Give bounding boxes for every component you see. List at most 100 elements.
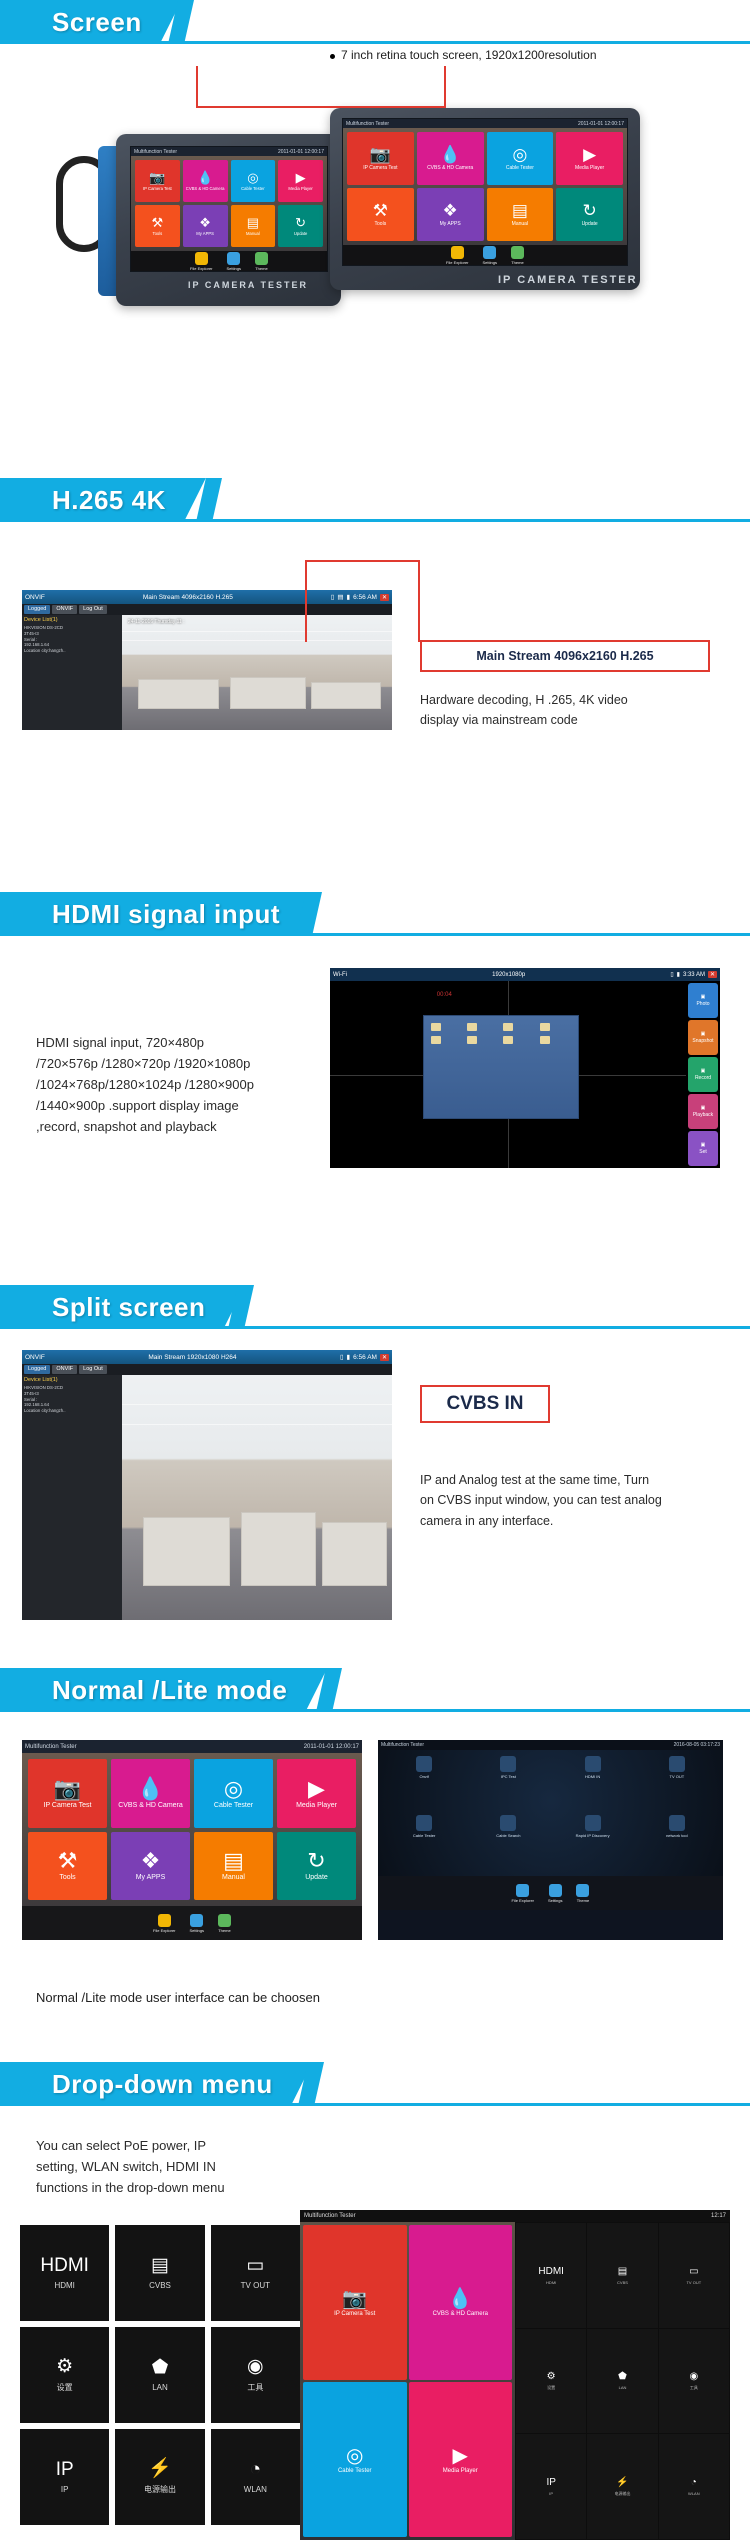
dropdown-panel-tile[interactable]: ⚙ 设置 — [516, 2328, 587, 2434]
hdmi-side-button[interactable]: ▣ Record — [688, 1057, 718, 1092]
lite-tile[interactable]: TV OUT — [637, 1756, 717, 1811]
tab-logout[interactable]: Log Out — [79, 605, 107, 614]
dock-item[interactable]: File Explorer — [512, 1883, 534, 1903]
dock-item[interactable]: Settings — [483, 245, 497, 265]
app-dock-front: File Explorer Settings Theme — [343, 245, 627, 265]
dropdown-power-out-icon[interactable]: ⚡ 电源输出 — [115, 2429, 205, 2525]
app-tile[interactable]: ◎ Cable Tester — [486, 132, 554, 185]
dropdown-panel-tile[interactable]: ⚡ 电源输出 — [587, 2434, 658, 2539]
app-tile[interactable]: ▤ Manual — [194, 1831, 273, 1900]
side-button-icon: ▣ — [700, 1105, 706, 1111]
dock-item[interactable]: Theme — [217, 1913, 231, 1933]
app-tile[interactable]: 💧 CVBS & HD Camera — [182, 160, 228, 202]
tab-logout[interactable]: Log Out — [79, 1365, 107, 1374]
dock-item[interactable]: Settings — [190, 1913, 204, 1933]
app-tile[interactable]: 📷 IP Camera Test — [347, 132, 414, 185]
tab-logged[interactable]: Logged — [24, 605, 51, 614]
dropdown-cvbs-icon[interactable]: ▤ CVBS — [115, 2225, 205, 2321]
video-preview[interactable] — [121, 1375, 392, 1620]
dropdown-tv-out-icon[interactable]: ▭ TV OUT — [210, 2225, 300, 2321]
app-tile[interactable]: ↻ Update — [278, 205, 323, 247]
desktop-window[interactable] — [422, 1014, 580, 1120]
close-icon[interactable]: ✕ — [379, 593, 389, 601]
app-tile[interactable]: ⚒ Tools — [28, 1831, 107, 1900]
app-icon: 💧 — [136, 1775, 165, 1801]
hdmi-side-button[interactable]: ▣ Playback — [688, 1094, 718, 1129]
dropdown-wifi-icon[interactable]: ◉ 工具 — [210, 2327, 300, 2423]
app-tile[interactable]: ▶ Media Player — [408, 2382, 512, 2537]
video-osd: 24-11-2016 Thursday 11 : — [127, 619, 185, 625]
app-tile[interactable]: ▶ Media Player — [278, 160, 323, 202]
lite-tile[interactable]: IPC Test — [468, 1756, 548, 1811]
dropdown-panel-tile[interactable]: ◔ WLAN — [658, 2434, 729, 2539]
tab-onvif[interactable]: ONVIF — [52, 1365, 78, 1374]
dropdown-settings-icon[interactable]: ⚙ 设置 — [20, 2327, 110, 2423]
app-tile[interactable]: ▤ Manual — [230, 205, 276, 247]
lite-tile[interactable]: Rapid IP Discovery — [553, 1815, 633, 1870]
lite-tile[interactable]: network tool — [637, 1815, 717, 1870]
app-tile[interactable]: 📷 IP Camera Test — [135, 160, 180, 202]
dock-item[interactable]: Theme — [254, 251, 268, 271]
dock-item[interactable]: File Explorer — [153, 1913, 176, 1933]
app-grid-front: 📷 IP Camera Test 💧 CVBS & HD Camera ◎ Cable T… — [343, 128, 627, 245]
hdmi-side-button[interactable]: ▣ Set — [688, 1131, 718, 1166]
app-tile[interactable]: ▶ Media Player — [277, 1759, 356, 1828]
app-tile[interactable]: 💧 CVBS & HD Camera — [416, 132, 484, 185]
dock-item[interactable]: Theme — [576, 1883, 590, 1903]
lite-icon — [584, 1756, 601, 1772]
lite-tile[interactable]: HDMI IN — [553, 1756, 633, 1811]
app-tile[interactable]: 💧 CVBS & HD Camera — [111, 1759, 190, 1828]
close-icon[interactable]: ✕ — [379, 1353, 389, 1361]
tester-photo-left: Multifunction Tester 2011-01-01 12:00:17… — [56, 130, 350, 310]
app-dock-normal: File Explorer Settings Theme — [22, 1906, 362, 1940]
device-list-panel: Device List(1) HIKVISION DS-2CD 3T45-I3 Se… — [22, 1375, 122, 1620]
app-tile[interactable]: ▶ Media Player — [556, 132, 623, 185]
app-tile[interactable]: ↻ Update — [277, 1831, 356, 1900]
app-tile[interactable]: ◎ Cable Tester — [230, 160, 276, 202]
dropdown-wlan-icon[interactable]: ◔ WLAN — [210, 2429, 300, 2525]
dock-item[interactable]: Settings — [227, 251, 241, 271]
hdmi-side-button[interactable]: ▣ Photo — [688, 983, 718, 1018]
dropdown-panel-tile[interactable]: HDMI HDMI — [516, 2223, 587, 2328]
settings-icon: ⚙ — [56, 2356, 74, 2377]
dropdown-panel-tile[interactable]: IP IP — [516, 2434, 587, 2539]
bezel-branding: IP CAMERA TESTER — [188, 280, 309, 290]
hdmi-side-button[interactable]: ▣ Snapshot — [688, 1020, 718, 1055]
lite-label: HDMI IN — [584, 1774, 601, 1779]
dropdown-panel-tile[interactable]: ▭ TV OUT — [658, 2223, 729, 2328]
dropdown-tile[interactable]: HDMI HDMI — [20, 2225, 110, 2321]
app-tile[interactable]: ◎ Cable Tester — [194, 1759, 273, 1828]
tab-onvif[interactable]: ONVIF — [52, 605, 78, 614]
power-out-icon: ⚡ — [148, 2458, 172, 2479]
dropdown-panel-tile[interactable]: ⬟ LAN — [587, 2328, 658, 2434]
tab-logged[interactable]: Logged — [24, 1365, 51, 1374]
section-modes-header: Normal /Lite mode — [0, 1668, 750, 1716]
app-tile[interactable]: ⚒ Tools — [347, 188, 414, 241]
dropdown-panel-tile[interactable]: ◉ 工具 — [658, 2328, 729, 2434]
app-label: IP Camera Test — [143, 186, 172, 191]
dock-item[interactable]: File Explorer — [446, 245, 469, 265]
app-tile[interactable]: ⚒ Tools — [135, 205, 180, 247]
app-tile[interactable]: ↻ Update — [556, 188, 623, 241]
app-tile[interactable]: 📷 IP Camera Test — [28, 1759, 107, 1828]
dropdown-ip-icon[interactable]: IP IP — [20, 2429, 110, 2525]
app-tile[interactable]: 💧 CVBS & HD Camera — [408, 2225, 512, 2380]
dock-item[interactable]: Settings — [548, 1883, 562, 1903]
dock-item[interactable]: Theme — [510, 245, 524, 265]
lite-tile[interactable]: Cable Search — [468, 1815, 548, 1870]
lite-tile[interactable]: Onvif — [384, 1756, 464, 1811]
close-icon[interactable]: ✕ — [707, 971, 717, 978]
app-tile[interactable]: ◎ Cable Tester — [303, 2382, 407, 2537]
app-tile[interactable]: 📷 IP Camera Test — [303, 2225, 407, 2380]
app-tile[interactable]: ▤ Manual — [486, 188, 554, 241]
dropdown-lan-icon[interactable]: ⬟ LAN — [115, 2327, 205, 2423]
video-preview[interactable]: 24-11-2016 Thursday 11 : — [121, 615, 392, 730]
lite-icon — [668, 1815, 685, 1831]
section-screen-header: Screen — [0, 0, 750, 48]
app-tile[interactable]: ❖ My APPS — [416, 188, 484, 241]
dropdown-panel-tile[interactable]: ▤ CVBS — [587, 2223, 658, 2328]
dock-item[interactable]: File Explorer — [190, 251, 213, 271]
app-tile[interactable]: ❖ My APPS — [111, 1831, 190, 1900]
lite-tile[interactable]: Cable Tester — [384, 1815, 464, 1870]
app-tile[interactable]: ❖ My APPS — [182, 205, 228, 247]
